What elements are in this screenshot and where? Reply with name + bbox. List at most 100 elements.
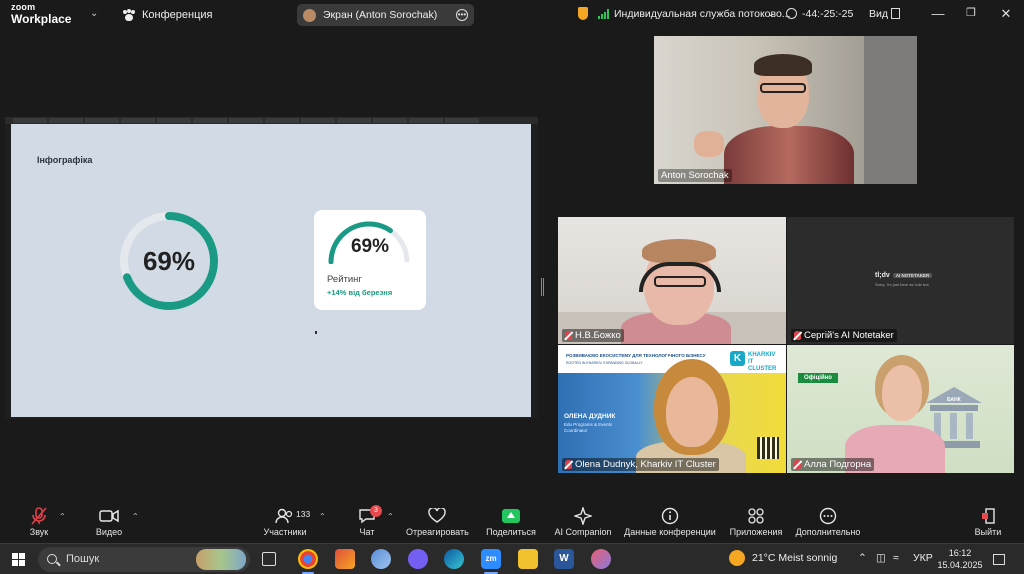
- info-icon: [623, 505, 717, 527]
- shield-icon[interactable]: [578, 7, 588, 20]
- donut-label: 69%: [142, 246, 196, 276]
- glasses-icon: [654, 276, 706, 287]
- video-tile-bozhko[interactable]: Н.В.Божко: [558, 217, 786, 344]
- chat-label: Чат: [359, 527, 375, 537]
- video-button[interactable]: Видео: [95, 505, 123, 537]
- tldv-sub: Sorry, I'm just here as tl;dv bot: [875, 282, 929, 287]
- audio-button[interactable]: Звук: [26, 505, 52, 537]
- display-icon[interactable]: ◫: [876, 552, 886, 564]
- windows-taskbar: Пошук zm W 21°C Meist sonnig ⌃ ◫ ≈ УКР 1…: [0, 543, 1024, 574]
- chat-badge: 3: [370, 505, 382, 517]
- chevron-up-icon[interactable]: ⌃: [319, 512, 326, 521]
- word-icon[interactable]: W: [554, 549, 574, 569]
- restore-icon[interactable]: ❐: [961, 6, 981, 19]
- zoom-logo[interactable]: zoom Workplace: [11, 2, 71, 26]
- edge-icon[interactable]: [444, 549, 464, 569]
- more-label: Дополнительно: [795, 527, 861, 537]
- splitter-handle[interactable]: [541, 278, 544, 296]
- participant-name-text: Сергій's AI Notetaker: [804, 330, 894, 341]
- kharkiv-cluster-logo: K KHARKIV IT CLUSTER: [730, 351, 782, 372]
- meeting-timer: -44:-25:-25: [802, 8, 854, 20]
- participants-label: Участники: [263, 527, 307, 537]
- meeting-info-button[interactable]: Данные конференции: [623, 505, 717, 537]
- apps-icon: [727, 505, 785, 527]
- stream-label[interactable]: Индивидуальная служба потоково...: [614, 8, 791, 20]
- chevron-up-icon[interactable]: ⌃: [858, 552, 867, 564]
- qr-code: [757, 437, 779, 459]
- person-hand: [694, 131, 724, 157]
- camera-icon: [95, 505, 123, 527]
- share-button[interactable]: Поделиться: [486, 505, 536, 537]
- chrome-icon[interactable]: [298, 549, 318, 569]
- window-bg: [864, 36, 917, 184]
- heart-icon: [406, 505, 468, 527]
- video-tile-anton[interactable]: Anton Sorochak: [654, 36, 917, 184]
- screen-share-pill[interactable]: Экран (Anton Sorochak) •••: [297, 4, 474, 26]
- react-button[interactable]: Отреагировать: [406, 505, 469, 537]
- card-percent: 69%: [350, 236, 390, 257]
- taskbar-search[interactable]: Пошук: [38, 547, 250, 572]
- video-tile-notetaker[interactable]: tl;dv AI NOTETAKER Sorry, I'm just here a…: [787, 217, 1014, 344]
- weather-icon[interactable]: [729, 550, 745, 566]
- leave-label: Выйти: [974, 527, 1002, 537]
- app-icon[interactable]: [335, 549, 355, 569]
- ai-companion-label: AI Companion: [554, 527, 612, 537]
- notification-icon[interactable]: [993, 554, 1005, 565]
- logo-line1: zoom: [11, 2, 36, 12]
- cluster-letter: K: [730, 351, 745, 366]
- task-view-icon[interactable]: [262, 552, 276, 566]
- file-explorer-icon[interactable]: [518, 549, 538, 569]
- chevron-up-icon[interactable]: ⌃: [387, 512, 394, 521]
- app-icon[interactable]: [371, 549, 391, 569]
- video-tile-alla[interactable]: Офіційно БАНК Алла Подгорна: [787, 345, 1014, 473]
- meeting-label: Конференция: [142, 9, 213, 21]
- meeting-info-button[interactable]: Конференция: [122, 9, 212, 21]
- chevron-down-icon[interactable]: ⌄: [767, 8, 775, 19]
- participant-name: Алла Подгорна: [791, 458, 875, 471]
- meeting-info-label: Данные конференции: [624, 527, 716, 537]
- search-icon: [47, 554, 57, 564]
- signal-icon[interactable]: [598, 9, 610, 19]
- windows-start-icon[interactable]: [12, 553, 25, 566]
- zoom-taskbar-icon[interactable]: zm: [481, 549, 501, 569]
- chevron-up-icon[interactable]: ⌃: [132, 512, 139, 521]
- mic-muted-icon: [565, 460, 572, 469]
- more-button[interactable]: Дополнительно: [794, 505, 862, 537]
- participant-name: Сергій's AI Notetaker: [791, 329, 897, 342]
- video-tile-olena[interactable]: РОЗВИВАЄМО ЕКОСИСТЕМУ ДЛЯ ТЕХНОЛОГІЧНОГО…: [558, 345, 786, 473]
- banner-line1: РОЗВИВАЄМО ЕКОСИСТЕМУ ДЛЯ ТЕХНОЛОГІЧНОГО…: [566, 353, 706, 358]
- chevron-down-icon[interactable]: ⌄: [90, 8, 98, 19]
- app-icon[interactable]: [591, 549, 611, 569]
- slide-title: Інфографіка: [37, 155, 93, 165]
- view-icon[interactable]: [891, 8, 900, 19]
- ai-companion-button[interactable]: AI Companion: [553, 505, 613, 537]
- taskbar-clock[interactable]: 16:12 15.04.2025: [937, 547, 983, 571]
- video-label: Видео: [95, 527, 123, 537]
- network-icon[interactable]: ≈: [893, 552, 899, 564]
- person-hair: [754, 54, 812, 76]
- more-icon[interactable]: •••: [456, 9, 468, 21]
- search-highlight-image: [196, 549, 246, 570]
- audio-label: Звук: [29, 527, 49, 537]
- weather-text[interactable]: 21°C Meist sonnig: [752, 552, 837, 564]
- close-icon[interactable]: ✕: [996, 6, 1016, 22]
- clock-date: 15.04.2025: [937, 560, 983, 570]
- title-bar: zoom Workplace ⌄ Конференция Экран (Anto…: [0, 0, 1024, 30]
- leave-icon: [974, 505, 1002, 527]
- chevron-up-icon[interactable]: ⌃: [59, 512, 66, 521]
- viber-icon[interactable]: [408, 549, 428, 569]
- more-icon: [794, 505, 862, 527]
- language-indicator[interactable]: УКР: [913, 552, 933, 564]
- speaker-role: Edu Programs & Events Coordinator: [564, 422, 612, 434]
- view-button[interactable]: Вид: [869, 8, 888, 20]
- mic-muted-icon: [794, 460, 801, 469]
- meeting-controls: Звук ⌃ Видео ⌃ Участники 133 ⌃ Чат 3 ⌃ О…: [0, 500, 1024, 543]
- leave-button[interactable]: Выйти: [974, 505, 1002, 537]
- glasses-icon: [760, 83, 806, 93]
- donut-chart: 69%: [117, 209, 221, 313]
- screen-share-label: Экран (Anton Sorochak): [323, 9, 438, 21]
- participant-name-text: Anton Sorochak: [661, 170, 729, 181]
- minimize-icon[interactable]: —: [928, 6, 948, 21]
- apps-button[interactable]: Приложения: [727, 505, 785, 537]
- shared-screen[interactable]: Інфографіка 69% 69% Рейтинг +14% від бер…: [5, 117, 538, 419]
